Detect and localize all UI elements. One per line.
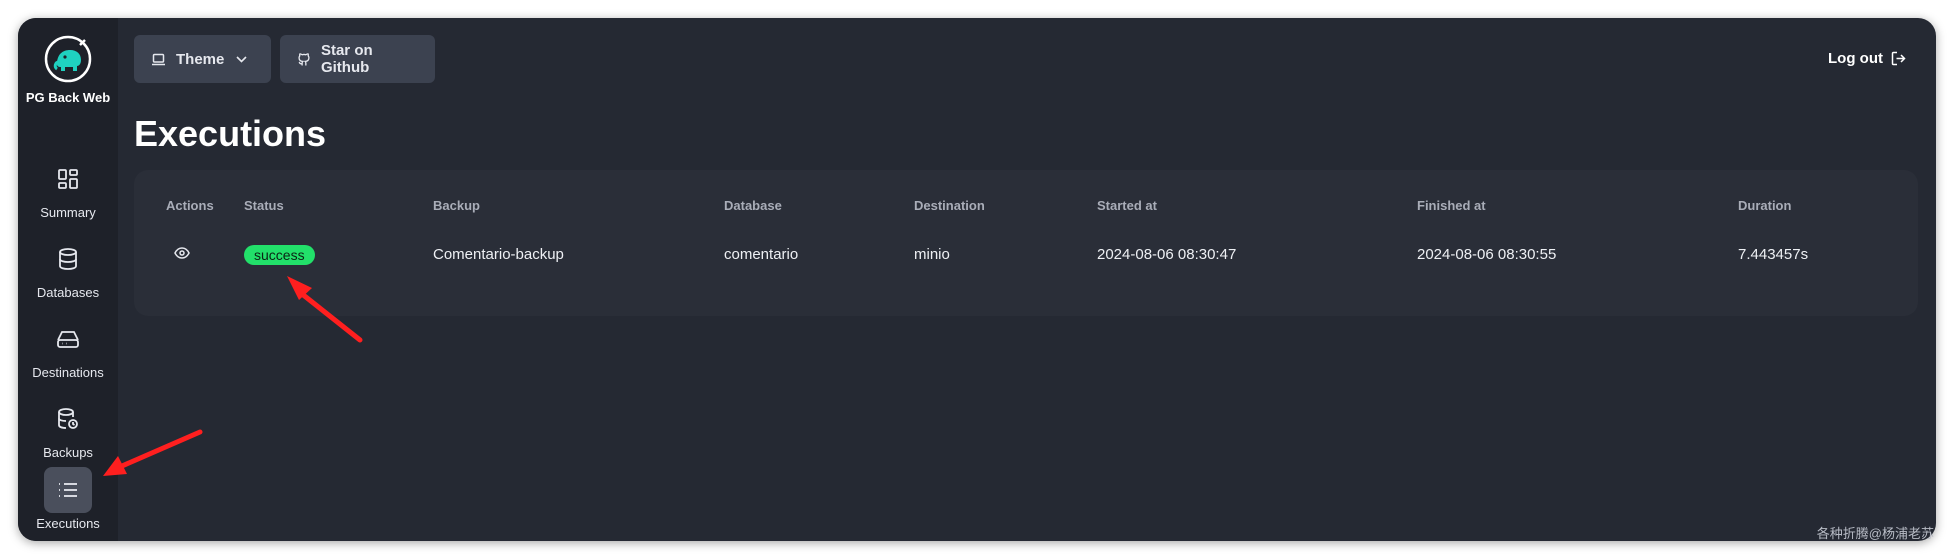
elephant-logo-icon <box>44 35 92 83</box>
list-icon <box>59 483 77 497</box>
star-on-github-button[interactable]: Star on Github <box>280 35 435 83</box>
app-window: PG Back Web Summary Databases Destinatio… <box>18 18 1936 541</box>
sidebar-item-label: Backups <box>43 445 93 460</box>
cell-duration: 7.443457s <box>1738 246 1809 263</box>
column-header-finished-at: Finished at <box>1417 198 1486 213</box>
column-header-started-at: Started at <box>1097 198 1157 213</box>
github-icon <box>298 52 310 66</box>
sidebar-item-label: Summary <box>40 205 96 220</box>
database-backup-icon <box>58 408 78 429</box>
cell-destination: minio <box>914 246 950 263</box>
sidebar-item-label: Destinations <box>32 365 104 380</box>
page-title: Executions <box>134 113 327 154</box>
app-logo[interactable]: PG Back Web <box>18 34 118 105</box>
sidebar: PG Back Web Summary Databases Destinatio… <box>18 18 118 541</box>
theme-button-label: Theme <box>176 50 225 68</box>
database-icon <box>59 248 77 270</box>
column-header-database: Database <box>724 198 782 213</box>
sidebar-item-executions[interactable]: Executions <box>18 467 118 531</box>
view-details-eye-icon[interactable] <box>174 247 190 259</box>
sidebar-item-label: Databases <box>36 285 100 300</box>
column-header-actions: Actions <box>166 198 214 213</box>
logout-button[interactable]: Log out <box>1828 50 1906 67</box>
column-header-duration: Duration <box>1738 198 1792 213</box>
column-header-status: Status <box>244 198 284 213</box>
sidebar-item-backups[interactable]: Backups <box>18 396 118 460</box>
log-out-icon <box>1891 51 1906 66</box>
executions-table: Actions Status Backup Database Destinati… <box>134 170 1918 316</box>
cell-backup: Comentario-backup <box>433 246 564 263</box>
column-header-backup: Backup <box>433 198 480 213</box>
cell-started-at: 2024-08-06 08:30:47 <box>1097 246 1237 263</box>
column-header-destination: Destination <box>914 198 985 213</box>
watermark: 各种折腾@杨浦老苏 <box>1816 526 1934 541</box>
cell-database: comentario <box>724 246 799 263</box>
layout-dashboard-icon <box>58 169 78 189</box>
sidebar-item-databases[interactable]: Databases <box>18 236 118 300</box>
status-badge: success <box>244 245 315 265</box>
hard-drive-icon <box>57 331 79 348</box>
logout-label: Log out <box>1828 50 1883 67</box>
cell-finished-at: 2024-08-06 08:30:55 <box>1417 246 1557 263</box>
chevron-down-icon <box>236 55 247 63</box>
github-button-label: Star on Github <box>320 42 373 76</box>
sidebar-item-label: Executions <box>36 516 100 531</box>
app-name: PG Back Web <box>25 90 111 105</box>
theme-button[interactable]: Theme <box>134 35 271 83</box>
sidebar-item-destinations[interactable]: Destinations <box>18 316 118 380</box>
sidebar-item-summary[interactable]: Summary <box>18 156 118 220</box>
laptop-icon <box>152 53 165 65</box>
